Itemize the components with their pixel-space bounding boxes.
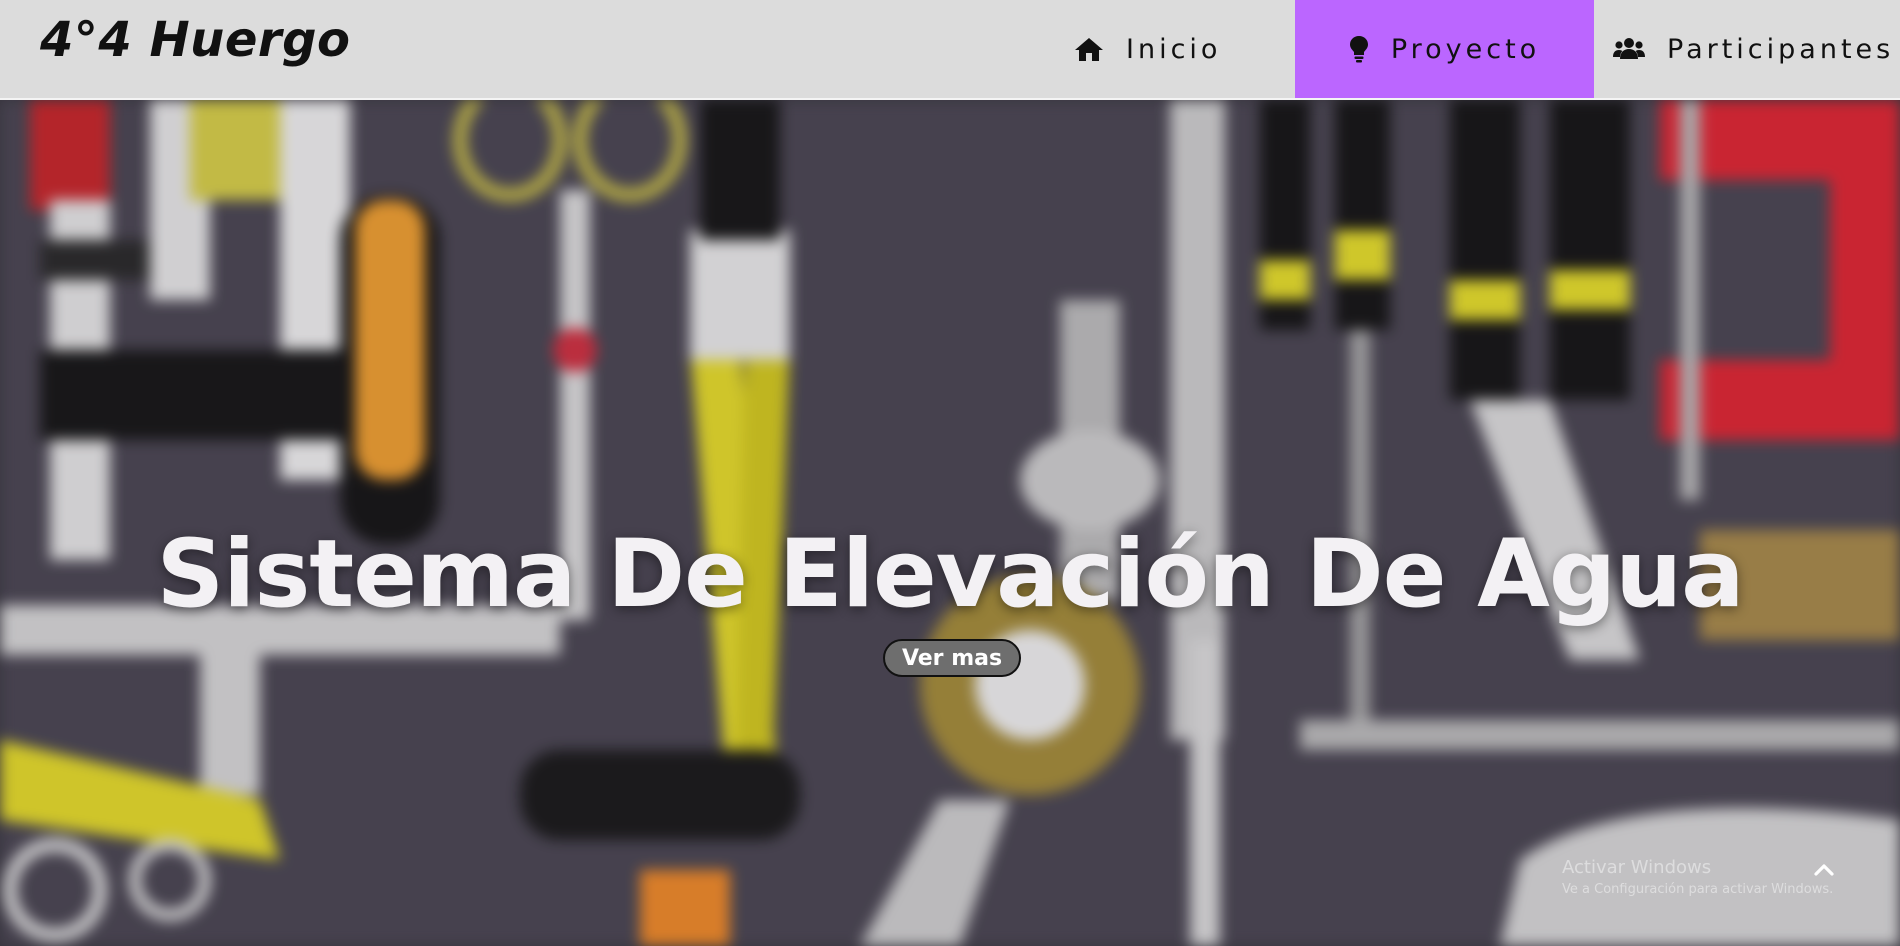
windows-activation-watermark: Activar Windows Ve a Configuración para … — [1562, 857, 1833, 897]
home-icon — [1074, 36, 1104, 62]
lightbulb-icon — [1349, 35, 1369, 63]
watermark-subtitle: Ve a Configuración para activar Windows. — [1562, 882, 1834, 897]
hero-title: Sistema De Elevación De Agua — [156, 520, 1744, 629]
nav-label-participantes: Participantes — [1667, 33, 1895, 65]
nav-item-inicio[interactable]: Inicio — [1074, 0, 1221, 98]
nav-item-proyecto[interactable]: Proyecto — [1295, 0, 1594, 98]
users-icon — [1613, 37, 1645, 61]
site-logo[interactable]: 4°4 Huergo — [40, 12, 350, 68]
watermark-title: Activar Windows — [1562, 857, 1712, 878]
scroll-to-top-button[interactable] — [1812, 858, 1836, 882]
top-navbar: 4°4 Huergo Inicio Proyecto Participantes — [0, 0, 1900, 100]
chevron-up-icon — [1814, 864, 1834, 876]
nav-item-participantes[interactable]: Participantes — [1613, 0, 1894, 98]
nav-label-proyecto: Proyecto — [1390, 33, 1541, 65]
nav-label-inicio: Inicio — [1126, 33, 1222, 65]
hero-section: Sistema De Elevación De Agua Ver mas Act… — [0, 100, 1900, 946]
ver-mas-button[interactable]: Ver mas — [883, 639, 1021, 677]
